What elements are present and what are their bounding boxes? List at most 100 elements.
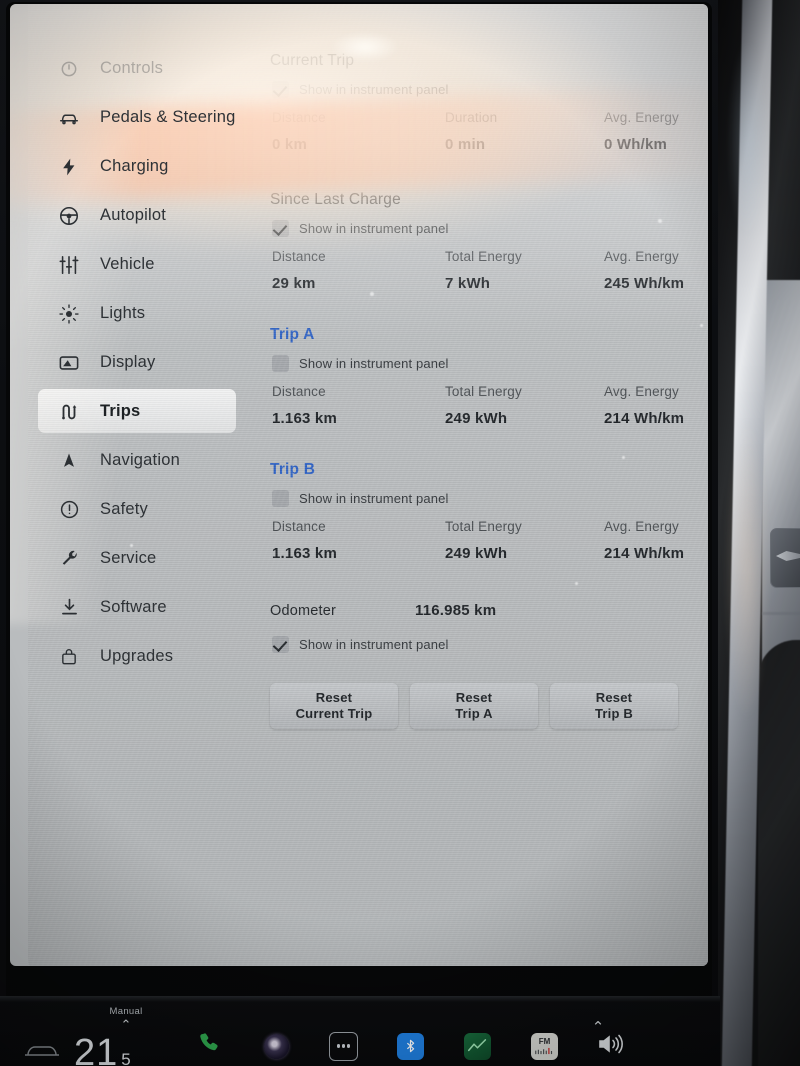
stat-value: 0 min xyxy=(445,136,486,153)
stat-header: Duration xyxy=(445,110,498,125)
phone-icon xyxy=(197,1031,222,1061)
dock-item-more[interactable] xyxy=(310,1031,377,1061)
sidebar-item-vehicle[interactable]: Vehicle xyxy=(28,240,260,289)
dock-item-phone[interactable] xyxy=(176,1031,243,1061)
reset-buttons-row: Reset Current Trip Reset Trip A Reset Tr… xyxy=(270,683,708,729)
reset-trip-a-button[interactable]: Reset Trip A xyxy=(410,683,538,729)
stat-column: Duration 0 min xyxy=(445,110,590,153)
temperature-decimal: 5 xyxy=(121,1050,132,1066)
stat-column: Total Energy 249 kWh xyxy=(445,384,590,427)
car-icon[interactable] xyxy=(22,1042,62,1060)
energy-app-icon xyxy=(464,1032,491,1060)
stat-value: 0 Wh/km xyxy=(604,136,668,153)
sliders-icon xyxy=(56,252,82,278)
sidebar-item-controls[interactable]: Controls xyxy=(28,44,260,93)
show-in-instrument-panel-checkbox[interactable] xyxy=(272,635,289,653)
temperature-integer: 21 xyxy=(74,1032,119,1066)
sidebar-label: Lights xyxy=(100,304,146,322)
settings-panel: Controls Pedals & Steering Charging Auto… xyxy=(28,4,708,966)
sidebar-label: Service xyxy=(100,549,157,567)
section-since-last-charge: Since Last Charge Show in instrument pan… xyxy=(270,191,708,292)
media-lens-icon xyxy=(264,1033,289,1059)
show-in-instrument-panel-row[interactable]: Show in instrument panel xyxy=(272,76,708,102)
stat-value: 249 kWh xyxy=(445,410,508,427)
stat-value: 214 Wh/km xyxy=(604,410,685,427)
sidebar-item-navigation[interactable]: Navigation xyxy=(28,436,260,485)
volume-icon xyxy=(597,1032,627,1061)
stat-column: Avg. Energy 0 Wh/km xyxy=(590,110,679,153)
stat-value: 1.163 km xyxy=(272,410,337,427)
reset-trip-b-button[interactable]: Reset Trip B xyxy=(550,683,678,729)
odometer-value: 116.985 km xyxy=(415,602,497,619)
dock-item-bluetooth[interactable] xyxy=(377,1032,444,1060)
sidebar-item-charging[interactable]: Charging xyxy=(28,142,260,191)
tesla-touchscreen[interactable]: Controls Pedals & Steering Charging Auto… xyxy=(10,4,708,966)
checkbox-label: Show in instrument panel xyxy=(299,81,449,97)
stat-value: 214 Wh/km xyxy=(604,545,685,562)
show-in-instrument-panel-checkbox[interactable] xyxy=(272,80,289,98)
section-title: Current Trip xyxy=(270,52,355,69)
dock-item-energy-app[interactable] xyxy=(444,1032,511,1060)
dock-item-media[interactable] xyxy=(243,1033,310,1059)
checkbox-label: Show in instrument panel xyxy=(299,490,449,506)
climate-expand-chevron-icon[interactable]: ⌃ xyxy=(96,1018,156,1031)
sidebar-label: Navigation xyxy=(100,451,180,469)
reset-button-line1: Reset xyxy=(455,690,493,705)
steering-wheel-icon xyxy=(56,203,82,229)
show-in-instrument-panel-row[interactable]: Show in instrument panel xyxy=(272,485,708,511)
show-in-instrument-panel-checkbox[interactable] xyxy=(272,489,289,507)
reset-button-line2: Current Trip xyxy=(295,706,373,721)
sidebar-item-service[interactable]: Service xyxy=(28,534,260,583)
stat-header: Distance xyxy=(272,384,326,399)
wrench-icon xyxy=(56,546,82,572)
dock-item-fm-radio[interactable]: FM xyxy=(511,1032,578,1060)
show-in-instrument-panel-checkbox[interactable] xyxy=(272,354,289,372)
temperature-display[interactable]: 21 5 xyxy=(74,1032,132,1066)
download-icon xyxy=(56,595,82,621)
sidebar-label: Controls xyxy=(100,59,164,77)
checkbox-label: Show in instrument panel xyxy=(299,636,449,652)
stat-column: Avg. Energy 214 Wh/km xyxy=(590,519,684,562)
sidebar-item-software[interactable]: Software xyxy=(28,583,260,632)
reset-button-line1: Reset xyxy=(315,690,353,705)
section-title: Since Last Charge xyxy=(270,191,401,208)
show-in-instrument-panel-checkbox[interactable] xyxy=(272,219,289,237)
show-in-instrument-panel-row[interactable]: Show in instrument panel xyxy=(272,631,708,657)
stat-header: Avg. Energy xyxy=(604,519,679,534)
sidebar-label: Display xyxy=(100,353,156,371)
stat-column: Total Energy 7 kWh xyxy=(445,249,590,292)
sidebar-item-lights[interactable]: Lights xyxy=(28,289,260,338)
settings-sidebar[interactable]: Controls Pedals & Steering Charging Auto… xyxy=(28,44,260,681)
lightning-bolt-icon xyxy=(56,154,82,180)
bluetooth-icon xyxy=(397,1032,424,1060)
stats-grid: Distance 1.163 km Total Energy 249 kWh A… xyxy=(270,519,708,562)
fm-radio-icon: FM xyxy=(531,1032,558,1060)
alert-circle-icon xyxy=(56,497,82,523)
stats-grid: Distance 29 km Total Energy 7 kWh Avg. E… xyxy=(270,249,708,292)
stat-column: Distance 1.163 km xyxy=(270,384,445,427)
sidebar-label: Pedals & Steering xyxy=(100,108,236,126)
sidebar-item-safety[interactable]: Safety xyxy=(28,485,260,534)
power-icon xyxy=(56,56,82,82)
sidebar-label: Charging xyxy=(100,157,169,175)
reset-button-line2: Trip A xyxy=(455,706,493,721)
dock-icon-row: FM xyxy=(176,1026,646,1066)
sidebar-item-autopilot[interactable]: Autopilot xyxy=(28,191,260,240)
sidebar-item-display[interactable]: Display xyxy=(28,338,260,387)
reset-current-trip-button[interactable]: Reset Current Trip xyxy=(270,683,398,729)
sidebar-item-upgrades[interactable]: Upgrades xyxy=(28,632,260,681)
sidebar-item-pedals-steering[interactable]: Pedals & Steering xyxy=(28,93,260,142)
stat-column: Total Energy 249 kWh xyxy=(445,519,590,562)
show-in-instrument-panel-row[interactable]: Show in instrument panel xyxy=(272,350,708,376)
dock-item-volume[interactable] xyxy=(578,1032,645,1061)
section-odometer: Odometer 116.985 km Show in instrument p… xyxy=(270,602,708,729)
show-in-instrument-panel-row[interactable]: Show in instrument panel xyxy=(272,215,708,241)
stat-header: Avg. Energy xyxy=(604,384,679,399)
stat-column: Avg. Energy 214 Wh/km xyxy=(590,384,684,427)
stat-value: 29 km xyxy=(272,275,316,292)
climate-dock-bar[interactable]: Manual ⌃ 21 5 ⌃ FM xyxy=(0,996,720,1066)
more-dots-icon xyxy=(329,1031,358,1061)
sidebar-item-trips[interactable]: Trips xyxy=(28,387,260,436)
section-title: Trip A xyxy=(270,326,315,343)
stat-header: Avg. Energy xyxy=(604,249,679,264)
